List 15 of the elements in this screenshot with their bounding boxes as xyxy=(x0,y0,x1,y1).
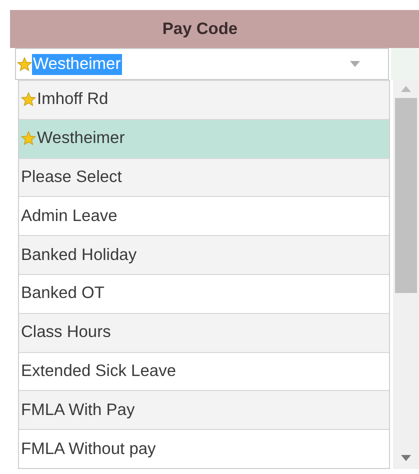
combo-value: Westheimer xyxy=(32,54,122,74)
dropdown-option[interactable]: Extended Sick Leave xyxy=(19,352,389,390)
caret-icon[interactable] xyxy=(350,61,360,67)
dropdown-option[interactable]: Imhoff Rd xyxy=(19,80,389,119)
adjacent-cell xyxy=(391,48,419,80)
scrollbar[interactable] xyxy=(393,80,419,469)
dropdown-option[interactable]: FMLA With Pay xyxy=(19,390,389,430)
dropdown-option[interactable]: Banked Holiday xyxy=(19,235,389,274)
dropdown-option[interactable]: Please Select xyxy=(19,158,389,196)
scroll-down-icon[interactable] xyxy=(401,454,411,461)
dropdown-option[interactable]: Westheimer xyxy=(19,118,389,158)
column-header[interactable]: Pay Code xyxy=(10,10,419,48)
dropdown-option[interactable]: Class Hours xyxy=(19,312,389,352)
scroll-up-icon[interactable] xyxy=(401,86,411,92)
scrollbar-thumb[interactable] xyxy=(395,98,417,293)
